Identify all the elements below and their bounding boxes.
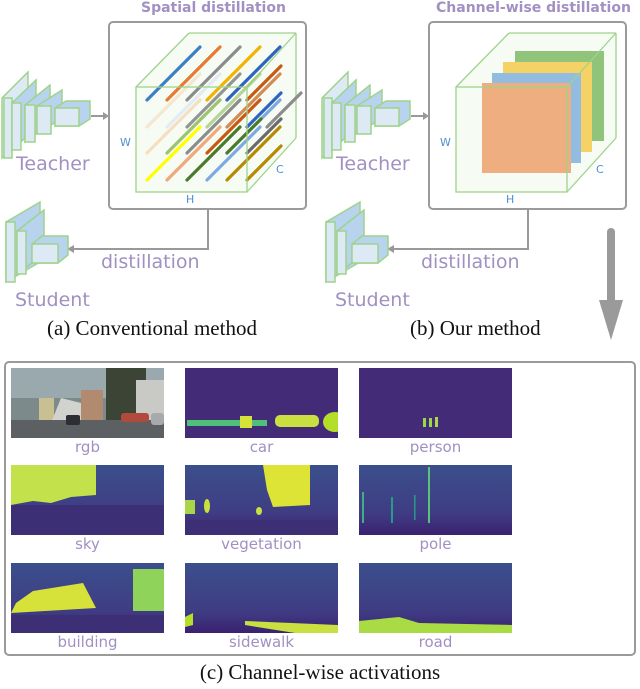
activation-blob xyxy=(435,417,438,427)
activation-blob xyxy=(11,505,164,535)
caption-a: (a) Conventional method xyxy=(47,316,257,340)
down-arrow-icon xyxy=(599,228,623,340)
axis-h-label: H xyxy=(186,193,195,206)
teacher-label: Teacher xyxy=(16,153,90,175)
teacher-network-icon xyxy=(321,70,411,160)
activation-label: car xyxy=(249,438,274,456)
activation-map-car xyxy=(185,368,338,438)
activation-map-vegetation xyxy=(185,465,338,535)
activation-map-pole xyxy=(359,465,512,535)
axis-w-label: W xyxy=(440,136,451,149)
axis-c-label: C xyxy=(596,163,604,176)
activation-blob xyxy=(391,497,393,523)
activation-blob xyxy=(11,615,164,633)
activation-map-sky xyxy=(11,465,164,535)
activation-blob xyxy=(185,520,338,535)
activation-label: vegetation xyxy=(221,535,302,553)
student-network-icon xyxy=(325,200,389,284)
channel-plane-3 xyxy=(482,83,571,173)
student-network-icon xyxy=(5,200,69,284)
caption-b: (b) Our method xyxy=(410,316,541,340)
caption-c: (c) Channel-wise activations xyxy=(199,660,441,684)
teacher-label: Teacher xyxy=(336,153,410,175)
activation-blob xyxy=(133,569,164,611)
axis-h-label: H xyxy=(506,193,515,206)
distillation-arrow-a xyxy=(67,210,209,253)
distillation-label: distillation xyxy=(421,251,520,273)
activation-blob xyxy=(185,500,195,514)
distillation-arrow-b xyxy=(387,210,529,253)
student-label: Student xyxy=(335,289,410,311)
activation-blob xyxy=(429,418,432,427)
activation-blob xyxy=(414,495,416,520)
distillation-label: distillation xyxy=(101,251,200,273)
activation-label: rgb xyxy=(75,438,100,456)
axis-c-label: C xyxy=(276,163,284,176)
teacher-network-icon xyxy=(1,70,91,160)
activation-blob xyxy=(428,467,430,523)
activation-blob xyxy=(187,420,267,426)
activation-map-building xyxy=(11,563,164,633)
teacher-to-box-arrow xyxy=(411,112,429,120)
activation-label: road xyxy=(418,633,453,651)
activation-map-sidewalk xyxy=(185,563,338,633)
activation-blob xyxy=(362,492,364,523)
activation-label: sky xyxy=(75,535,100,553)
student-label: Student xyxy=(15,289,90,311)
activation-label: sidewalk xyxy=(228,633,295,651)
teacher-to-box-arrow xyxy=(91,112,109,120)
activation-label: building xyxy=(57,633,118,651)
activation-blob xyxy=(256,507,262,515)
activation-blob xyxy=(423,418,426,427)
activation-blob xyxy=(275,415,319,427)
activation-label: person xyxy=(409,438,462,456)
axis-w-label: W xyxy=(120,136,131,149)
activation-blob xyxy=(204,499,210,513)
activation-blob xyxy=(240,416,252,428)
activation-map-road xyxy=(359,563,512,633)
activation-map-rgb xyxy=(11,368,164,438)
activation-map-person xyxy=(359,368,512,438)
activation-label: pole xyxy=(419,535,452,553)
